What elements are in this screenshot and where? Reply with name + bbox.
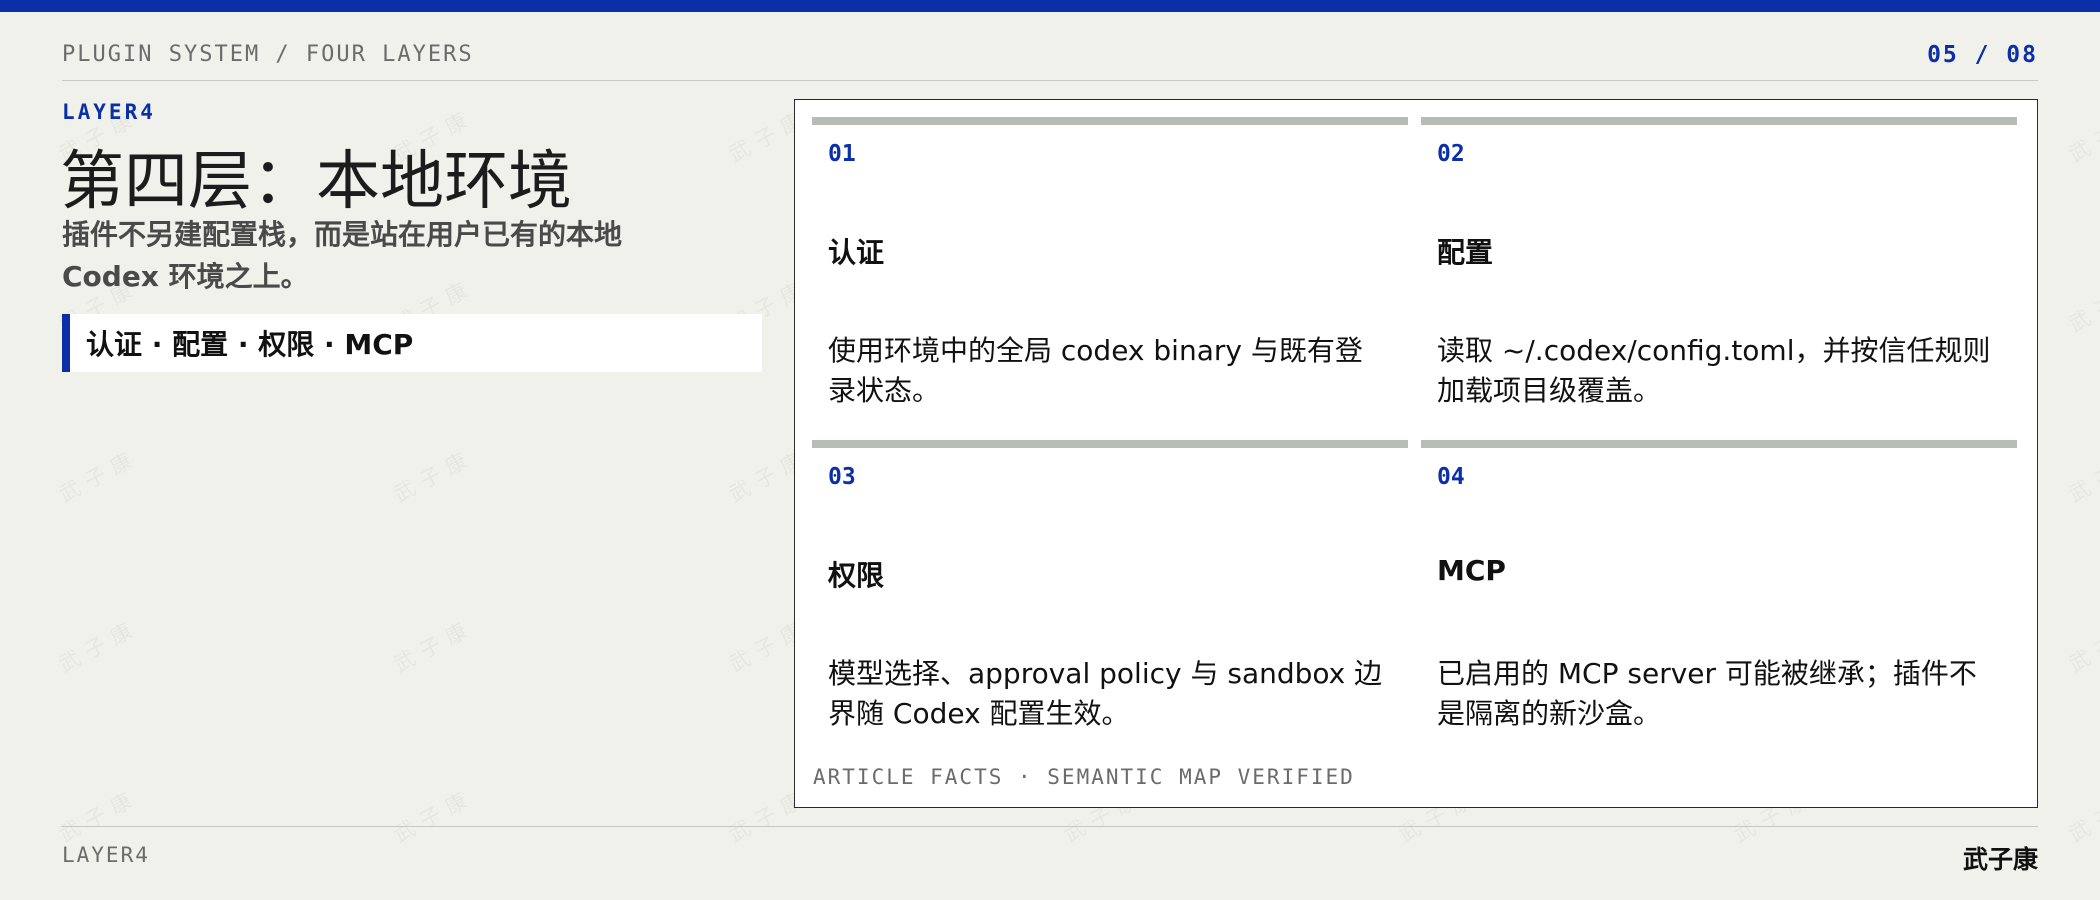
panel-footer-note: ARTICLE FACTS · SEMANTIC MAP VERIFIED (813, 765, 1355, 789)
watermark-text: 武子康 (2063, 101, 2100, 168)
footer-layer-label: LAYER4 (62, 843, 150, 867)
keywords-callout-text: 认证 · 配置 · 权限 · MCP (86, 328, 414, 361)
watermark-text: 武子康 (388, 611, 479, 678)
watermark-text: 武子康 (2063, 781, 2100, 848)
card-description: 已启用的 MCP server 可能被继承；插件不是隔离的新沙盒。 (1437, 657, 1977, 730)
watermark-text: 武子康 (53, 781, 144, 848)
fact-card: 02 配置 读取 ~/.codex/config.toml，并按信任规则加载项目… (1421, 117, 2017, 417)
watermark-text: 武子康 (53, 611, 144, 678)
facts-panel: 01 认证 使用环境中的全局 codex binary 与既有登录状态。 02 … (794, 99, 2038, 808)
watermark-text: 武子康 (388, 781, 479, 848)
card-number: 01 (828, 141, 856, 167)
card-number: 03 (828, 464, 856, 490)
layer-kicker: LAYER4 (62, 100, 156, 124)
page-title: 第四层：本地环境 (60, 145, 572, 219)
card-title: 配置 (1437, 236, 1494, 269)
page-counter: 05 / 08 (1927, 42, 2038, 68)
card-title: MCP (1437, 554, 1506, 587)
fact-card: 04 MCP 已启用的 MCP server 可能被继承；插件不是隔离的新沙盒。 (1421, 440, 2017, 740)
page-subtitle: 插件不另建配置栈，而是站在用户已有的本地 Codex 环境之上。 (62, 218, 623, 293)
top-accent-bar (0, 0, 2100, 12)
card-number: 04 (1437, 464, 1465, 490)
watermark-text: 武子康 (2063, 441, 2100, 508)
card-title: 权限 (828, 559, 885, 592)
watermark-text: 武子康 (53, 441, 144, 508)
section-label: PLUGIN SYSTEM / FOUR LAYERS (62, 42, 474, 67)
watermark-text: 武子康 (388, 441, 479, 508)
watermark-text: 武子康 (2063, 611, 2100, 678)
card-description: 模型选择、approval policy 与 sandbox 边界随 Codex… (828, 657, 1383, 730)
footer-divider (62, 826, 2038, 827)
card-title: 认证 (828, 236, 885, 269)
card-description: 读取 ~/.codex/config.toml，并按信任规则加载项目级覆盖。 (1437, 334, 1991, 407)
fact-card: 01 认证 使用环境中的全局 codex binary 与既有登录状态。 (812, 117, 1408, 417)
watermark-text: 武子康 (2063, 271, 2100, 338)
card-number: 02 (1437, 141, 1465, 167)
footer-author: 武子康 (1962, 845, 2038, 874)
fact-card: 03 权限 模型选择、approval policy 与 sandbox 边界随… (812, 440, 1408, 740)
keywords-callout: 认证 · 配置 · 权限 · MCP (62, 314, 762, 372)
header-divider (62, 80, 2038, 81)
card-description: 使用环境中的全局 codex binary 与既有登录状态。 (828, 334, 1363, 407)
